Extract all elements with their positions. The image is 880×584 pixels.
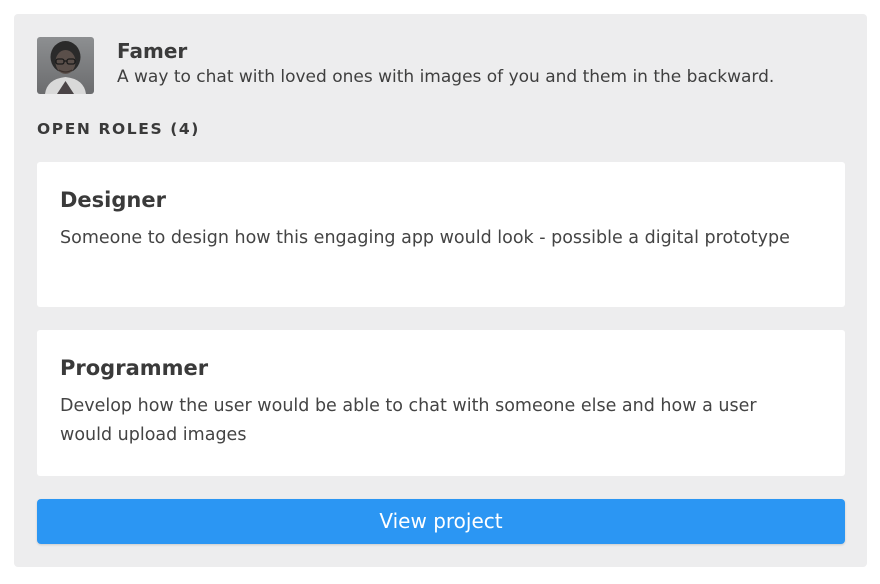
project-name: Famer: [117, 39, 188, 63]
open-roles-heading: OPEN ROLES (4): [37, 120, 200, 138]
project-header: Famer A way to chat with loved ones with…: [37, 37, 774, 94]
project-description: A way to chat with loved ones with image…: [117, 67, 775, 87]
project-info: Famer A way to chat with loved ones with…: [117, 37, 774, 89]
project-avatar: [37, 37, 94, 94]
role-title: Designer: [60, 188, 166, 212]
role-title: Programmer: [60, 356, 209, 380]
role-description: Develop how the user would be able to ch…: [60, 396, 757, 445]
role-card-programmer: Programmer Develop how the user would be…: [37, 330, 845, 476]
view-project-button[interactable]: View project: [37, 499, 845, 544]
project-card: Famer A way to chat with loved ones with…: [14, 14, 867, 567]
role-card-designer: Designer Someone to design how this enga…: [37, 162, 845, 307]
person-portrait-icon: [37, 37, 94, 94]
role-description: Someone to design how this engaging app …: [60, 228, 790, 248]
